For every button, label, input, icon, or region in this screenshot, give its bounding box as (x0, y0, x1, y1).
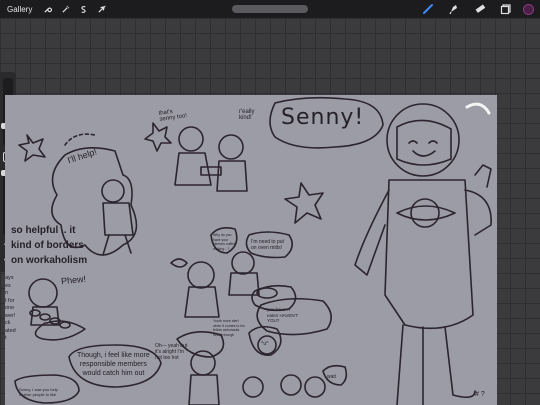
helpful-line-2: kind of borders (11, 240, 84, 251)
helpful-line-3: on workaholism (11, 255, 88, 266)
selection-icon[interactable] (75, 2, 91, 16)
fellow-astronauts-text: Youth more alert when it comes to his fe… (213, 319, 245, 337)
wrench-icon[interactable] (39, 2, 55, 16)
senny-title: Senny! (281, 105, 365, 130)
transform-arrow-icon[interactable] (93, 2, 109, 16)
right-tools (415, 0, 540, 18)
havent-eaten-text: you haven't eaten HAVEN'T YOU? (267, 307, 299, 323)
magic-wand-icon[interactable] (57, 2, 73, 16)
top-handle[interactable] (232, 5, 308, 13)
though-feel-text: Though, i feel like more responsible mem… (77, 352, 150, 377)
layers-icon[interactable] (493, 0, 519, 18)
top-toolbar: Gallery (0, 0, 540, 18)
yeah-but-text: Oh— yeah but it's alright I'm not too ho… (155, 343, 188, 361)
gallery-button[interactable]: Gallery (7, 5, 37, 14)
eraser-icon[interactable] (467, 0, 493, 18)
brush-icon[interactable] (415, 0, 441, 18)
why-sleeves-text: Why do you have your sleeves cuffed maki… (213, 233, 236, 251)
left-edge-text: ays es n t for one wer! ck ated t (5, 275, 16, 341)
color-picker-button[interactable] (523, 3, 534, 15)
oven-mitts-text: I'm need to put on oven mitts! (251, 239, 284, 251)
helpful-line-1: so helpful .. it (11, 225, 76, 236)
signature-text: # ? (475, 391, 485, 398)
smudge-icon[interactable] (441, 0, 467, 18)
wait-text: wait (327, 374, 336, 380)
sonny-help-text: Sonny, I saw you help 5 other people to … (19, 387, 58, 397)
uwu-text: ^u^ (261, 341, 269, 347)
really-kind-text: r'eally kind! (239, 109, 255, 121)
drawing-canvas[interactable]: Senny! I'll help! that's senny too! r'ea… (5, 95, 497, 405)
